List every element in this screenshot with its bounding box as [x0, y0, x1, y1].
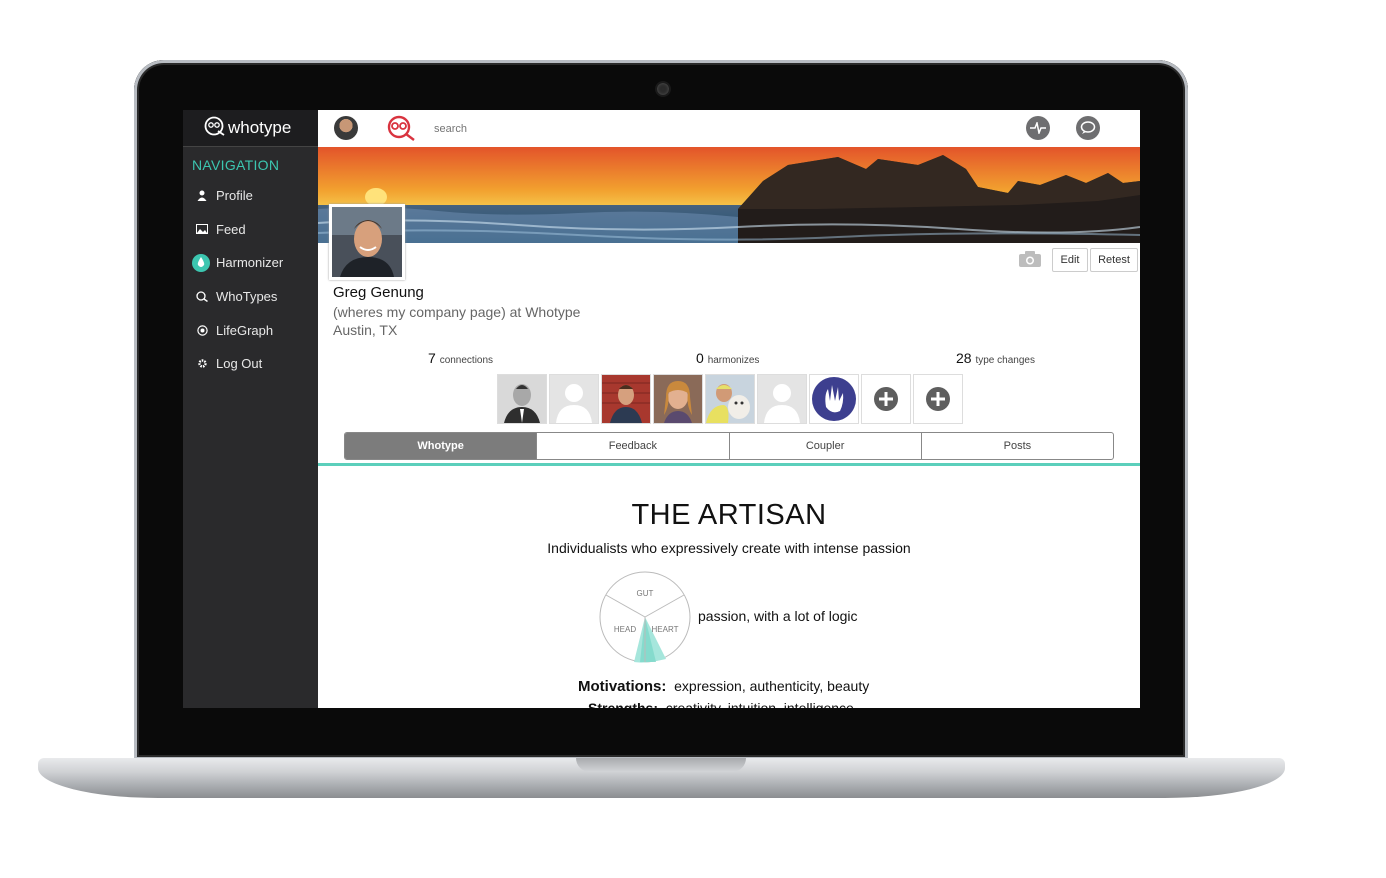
cover-photo — [318, 147, 1140, 243]
connections-list — [497, 374, 963, 424]
profile-location: Austin, TX — [333, 322, 398, 338]
pulse-button[interactable] — [1026, 116, 1050, 140]
stat-harmonizes[interactable]: 0 harmonizes — [696, 350, 759, 366]
tab-feedback[interactable]: Feedback — [537, 433, 730, 459]
tab-posts[interactable]: Posts — [922, 433, 1113, 459]
sidebar-item-whotypes[interactable]: WhoTypes — [183, 280, 318, 314]
wheel-caption: passion, with a lot of logic — [698, 608, 858, 624]
stat-value: 0 — [696, 350, 704, 366]
wheel-label-gut: GUT — [637, 589, 654, 598]
owl-icon[interactable] — [386, 115, 416, 146]
motivations-value: expression, authenticity, beauty — [674, 678, 870, 694]
chat-icon — [1080, 121, 1096, 134]
gut-head-heart-wheel: GUT HEAD HEART — [599, 571, 691, 663]
sidebar: whotype NAVIGATION Profile Feed Harmoniz… — [183, 110, 318, 708]
screen: whotype NAVIGATION Profile Feed Harmoniz… — [183, 110, 1140, 708]
chat-button[interactable] — [1076, 116, 1100, 140]
profile-name: Greg Genung — [333, 284, 424, 301]
target-icon — [196, 324, 208, 336]
camera-icon — [655, 81, 671, 97]
motivations: Motivations: expression, authenticity, b… — [578, 678, 869, 695]
wheel-label-head: HEAD — [614, 625, 636, 634]
add-connection-button[interactable] — [861, 374, 911, 424]
brand-logo[interactable]: whotype — [183, 110, 318, 147]
strengths-value: creativity, intuition, intelligence — [665, 700, 854, 708]
divider — [318, 463, 1140, 466]
stat-connections[interactable]: 7 connections — [428, 350, 493, 366]
profile-tabs: Whotype Feedback Coupler Posts — [344, 432, 1114, 460]
connection-avatar[interactable] — [705, 374, 755, 424]
wheel-label-heart: HEART — [652, 625, 679, 634]
add-connection-button[interactable] — [913, 374, 963, 424]
avatar[interactable] — [334, 116, 358, 140]
stat-label: type changes — [975, 355, 1035, 366]
sidebar-item-label: Harmonizer — [216, 255, 284, 271]
connection-avatar[interactable] — [653, 374, 703, 424]
sidebar-item-lifegraph[interactable]: LifeGraph — [183, 313, 318, 347]
type-title: THE ARTISAN — [631, 499, 827, 531]
connection-avatar-placeholder[interactable] — [757, 374, 807, 424]
stat-label: harmonizes — [707, 355, 760, 366]
stat-value: 28 — [956, 350, 972, 366]
motivations-label: Motivations: — [578, 678, 667, 695]
profile-company[interactable]: (wheres my company page) at Whotype — [333, 304, 580, 320]
pulse-icon — [1030, 122, 1046, 134]
image-icon — [196, 223, 208, 235]
sidebar-item-profile[interactable]: Profile — [183, 179, 318, 213]
tab-coupler[interactable]: Coupler — [730, 433, 922, 459]
stat-label: connections — [439, 355, 494, 366]
stat-value: 7 — [428, 350, 436, 366]
owl-icon — [196, 291, 208, 303]
sidebar-item-label: WhoTypes — [216, 289, 278, 305]
owl-logo-icon — [203, 116, 225, 141]
stat-type-changes[interactable]: 28 type changes — [956, 350, 1035, 366]
laptop-notch — [576, 758, 746, 772]
retest-button[interactable]: Retest — [1090, 248, 1138, 272]
connection-avatar-placeholder[interactable] — [549, 374, 599, 424]
sidebar-item-logout[interactable]: Log Out — [183, 347, 318, 381]
gear-icon — [196, 358, 208, 370]
type-description: Individualists who expressively create w… — [547, 540, 911, 556]
camera-icon[interactable] — [1018, 250, 1042, 273]
top-bar — [318, 110, 1140, 148]
user-icon — [196, 190, 208, 202]
sidebar-item-label: Feed — [216, 221, 246, 237]
nav-title: NAVIGATION — [192, 157, 280, 173]
profile-picture[interactable] — [329, 204, 405, 280]
connection-avatar[interactable] — [601, 374, 651, 424]
edit-button[interactable]: Edit — [1052, 248, 1088, 272]
drop-icon — [192, 253, 210, 272]
sidebar-item-label: Log Out — [216, 356, 263, 372]
tab-whotype[interactable]: Whotype — [345, 433, 538, 459]
search-input[interactable] — [432, 120, 636, 138]
sidebar-item-label: Profile — [216, 188, 253, 204]
sidebar-item-feed[interactable]: Feed — [183, 213, 318, 247]
brand-name: whotype — [228, 118, 292, 137]
connection-avatar[interactable] — [497, 374, 547, 424]
sidebar-item-harmonizer[interactable]: Harmonizer — [183, 246, 318, 280]
strengths-label: Strengths: — [588, 700, 658, 708]
connection-avatar[interactable] — [809, 374, 859, 424]
sidebar-item-label: LifeGraph — [216, 322, 274, 338]
strengths: Strengths: creativity, intuition, intell… — [588, 700, 854, 708]
